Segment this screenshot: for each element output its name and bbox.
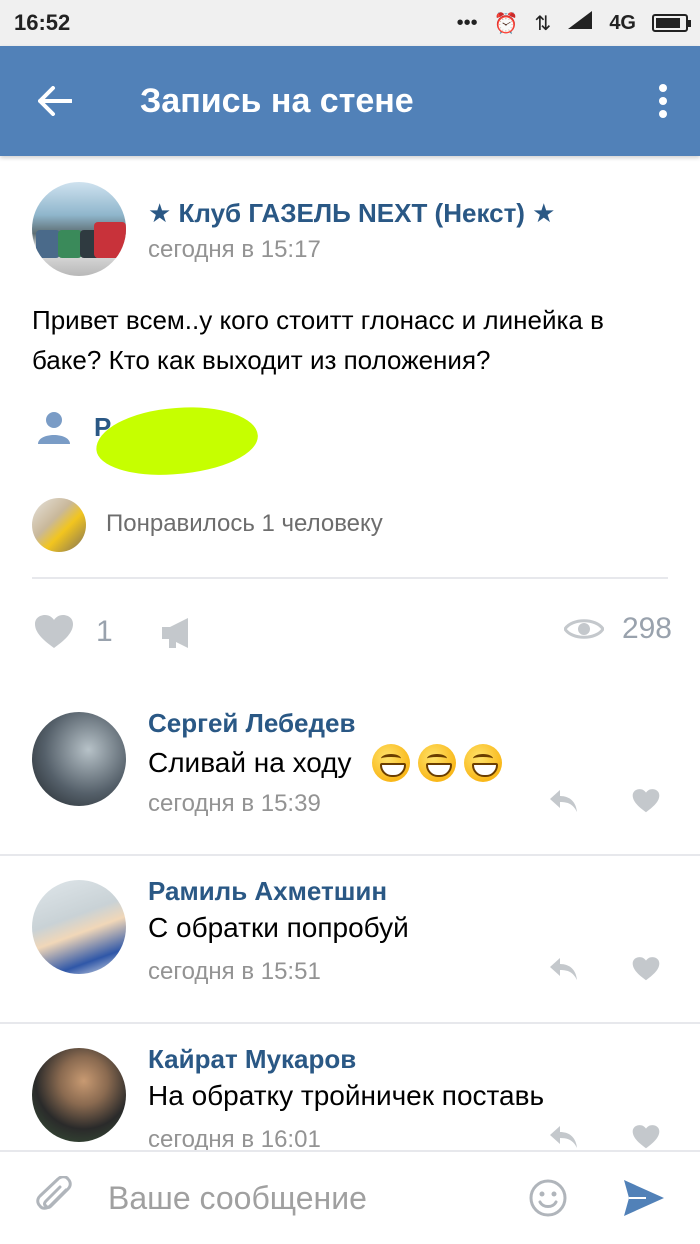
alarm-icon: ⏰ (493, 12, 519, 35)
liker-avatar[interactable] (32, 498, 86, 552)
comment-like-button[interactable] (632, 788, 660, 819)
back-button[interactable] (28, 74, 82, 128)
comment-text: На обратку тройничек поставь (148, 1080, 545, 1111)
comment-text-row: С обратки попробуй (148, 912, 409, 944)
comment-item: Рамиль Ахметшин С обратки попробуй сегод… (0, 856, 700, 1024)
reply-icon (550, 958, 577, 980)
comment-author[interactable]: Рамиль Ахметшин (148, 876, 387, 907)
signal-icon (567, 10, 593, 36)
post-text: Привет всем..у кого стоитт глонасс и лин… (32, 305, 604, 375)
comment-text-row: На обратку тройничек поставь (148, 1080, 544, 1112)
heart-icon (632, 957, 660, 981)
grinning-emoji-icon (463, 744, 502, 782)
vk-wall-post-screen: 16:52 ••• ⏰ ⇅ 4G Запись на стене ★ Клуб … (0, 0, 700, 1244)
like-button[interactable]: 1 (34, 614, 113, 650)
reply-icon (550, 1126, 577, 1148)
message-input[interactable] (108, 1172, 508, 1224)
comment-author[interactable]: Кайрат Мукаров (148, 1044, 356, 1075)
heart-icon (632, 1125, 660, 1149)
more-menu-button[interactable] (646, 76, 680, 126)
comment-item: Сергей Лебедев Сливай на ходу сегодня в … (0, 688, 700, 856)
more-vertical-icon (659, 84, 667, 118)
comment-text: Сливай на ходу (148, 747, 352, 778)
post-author-name[interactable]: ★ Клуб ГАЗЕЛЬ NEXT (Некст) ★ (148, 198, 556, 229)
status-icons: ••• ⏰ ⇅ 4G (456, 10, 691, 36)
views-count: 298 (621, 612, 672, 645)
dots-icon: ••• (456, 11, 478, 34)
comment-date: сегодня в 15:51 (148, 958, 321, 985)
reply-icon (550, 790, 577, 812)
comment-like-button[interactable] (632, 956, 660, 987)
likers-text[interactable]: Понравилось 1 человеку (106, 510, 383, 538)
send-icon (624, 1180, 664, 1216)
megaphone-icon (162, 618, 188, 648)
post-actions: 1 298 (32, 610, 672, 656)
arrow-left-icon (38, 86, 72, 116)
divider (32, 577, 668, 579)
heart-icon (632, 789, 660, 813)
heart-icon (35, 615, 73, 648)
post-date: сегодня в 15:17 (148, 236, 321, 263)
page-title: Запись на стене (140, 82, 414, 120)
signer-row[interactable] (36, 408, 72, 448)
app-bar: Запись на стене (0, 46, 700, 156)
attach-button[interactable] (36, 1175, 76, 1223)
status-bar: 16:52 ••• ⏰ ⇅ 4G (0, 0, 700, 46)
reply-button[interactable] (548, 788, 578, 819)
status-time: 16:52 (14, 10, 71, 35)
data-arrows-icon: ⇅ (534, 12, 552, 35)
grinning-emoji-icon (371, 744, 410, 782)
battery-icon (652, 14, 691, 32)
comment-text: С обратки попробуй (148, 912, 409, 943)
message-composer (0, 1150, 700, 1244)
views-counter: 298 (563, 612, 672, 646)
smiley-icon (529, 1179, 567, 1217)
share-button[interactable] (160, 616, 194, 655)
comment-text-row: Сливай на ходу (148, 744, 502, 782)
comment-avatar[interactable] (32, 712, 126, 806)
grinning-emoji-icon (417, 744, 456, 782)
paperclip-icon (36, 1175, 72, 1210)
person-icon (38, 412, 70, 444)
reply-button[interactable] (548, 956, 578, 987)
eye-icon (563, 619, 604, 639)
comment-avatar[interactable] (32, 1048, 126, 1142)
emoji-button[interactable] (528, 1178, 568, 1223)
comment-avatar[interactable] (32, 880, 126, 974)
send-button[interactable] (622, 1178, 666, 1223)
comment-author[interactable]: Сергей Лебедев (148, 708, 355, 739)
like-count: 1 (96, 615, 113, 648)
group-avatar[interactable] (32, 182, 126, 276)
comment-date: сегодня в 15:39 (148, 790, 321, 817)
network-type: 4G (609, 11, 636, 34)
